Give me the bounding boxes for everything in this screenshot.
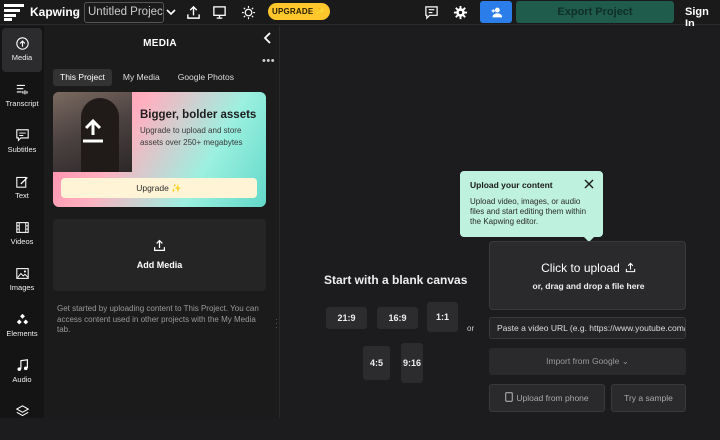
rail-item-elements[interactable]: Elements <box>0 304 44 348</box>
upgrade-promo-card: Bigger, bolder assets Upgrade to upload … <box>53 92 266 207</box>
gear-icon[interactable] <box>450 2 470 22</box>
ratio-1-1-button[interactable]: 1:1 <box>427 302 458 332</box>
left-rail: Media Transcript Subtitles Text Videos I… <box>0 26 44 418</box>
project-name-input[interactable]: Untitled Project <box>84 2 164 23</box>
tab-this-project[interactable]: This Project <box>53 69 112 86</box>
rail-label: Elements <box>6 329 38 338</box>
rail-item-images[interactable]: Images <box>0 258 44 302</box>
shapes-icon <box>16 313 28 325</box>
rail-label: Transcript <box>5 99 39 108</box>
video-url-input[interactable]: Paste a video URL (e.g. https://www.yout… <box>489 317 686 339</box>
ratio-21-9-button[interactable]: 21:9 <box>326 307 367 329</box>
rail-item-transcript[interactable]: Transcript <box>0 74 44 118</box>
ratio-16-9-button[interactable]: 16:9 <box>377 307 418 329</box>
rail-label: Images <box>9 283 35 292</box>
chevron-left-icon[interactable] <box>261 31 275 45</box>
tooltip-title: Upload your content <box>470 180 553 190</box>
lightbulb-icon[interactable] <box>238 2 258 22</box>
rail-item-videos[interactable]: Videos <box>0 212 44 256</box>
comment-icon[interactable] <box>421 2 441 22</box>
upload-icon <box>154 239 165 251</box>
add-media-button[interactable]: Add Media <box>53 219 266 291</box>
export-project-button[interactable]: Export Project <box>516 1 674 23</box>
upload-title: Click to upload <box>490 261 687 275</box>
upload-dropzone[interactable]: Click to upload or, drag and drop a file… <box>489 241 686 310</box>
rail-label: Media <box>11 53 33 62</box>
tab-google-photos[interactable]: Google Photos <box>171 69 241 86</box>
import-from-google-button[interactable]: Import from Google ⌄ <box>489 348 686 375</box>
rail-item-audio[interactable]: Audio <box>0 350 44 394</box>
or-label: or <box>467 324 475 333</box>
upload-subtitle: or, drag and drop a file here <box>532 281 645 291</box>
chevron-down-icon[interactable] <box>164 3 178 21</box>
monitor-icon[interactable] <box>209 2 229 22</box>
brand-chevron-icon: › <box>75 4 79 18</box>
subtitles-icon <box>15 129 29 142</box>
upload-from-phone-button[interactable]: Upload from phone <box>489 384 605 412</box>
add-media-label: Add Media <box>136 260 183 270</box>
layers-icon <box>15 405 29 417</box>
panel-help-text: Get started by uploading content to This… <box>57 304 259 334</box>
film-icon <box>15 222 29 233</box>
promo-text: Upgrade to upload and store assets over … <box>140 126 243 147</box>
panel-resize-handle[interactable]: · · · <box>275 316 279 332</box>
ratio-9-16-button[interactable]: 9:16 <box>401 343 423 383</box>
phone-icon <box>505 392 514 402</box>
ratio-4-5-button[interactable]: 4:5 <box>363 346 390 380</box>
promo-title: Bigger, bolder assets <box>140 109 257 121</box>
rail-label: Text <box>15 191 29 200</box>
rail-item-text[interactable]: Text <box>0 166 44 210</box>
rail-label: Subtitles <box>7 145 37 154</box>
media-panel: MEDIA ••• This Project My Media Google P… <box>45 26 280 418</box>
try-sample-button[interactable]: Try a sample <box>611 384 686 412</box>
media-tabs: This Project My Media Google Photos <box>53 69 241 86</box>
rail-item-layers[interactable] <box>0 396 44 440</box>
rail-label: Audio <box>12 375 32 384</box>
panel-title: MEDIA <box>143 38 177 49</box>
tooltip-body: Upload video, images, or audio files and… <box>470 197 587 226</box>
rail-item-subtitles[interactable]: Subtitles <box>0 120 44 164</box>
music-note-icon <box>16 359 28 371</box>
tab-my-media[interactable]: My Media <box>116 69 167 86</box>
upgrade-button[interactable]: UPGRADE ✨ <box>268 3 330 20</box>
upload-arrow-icon <box>83 118 103 143</box>
main-canvas-area: Start with a blank canvas 21:9 16:9 1:1 … <box>281 26 720 418</box>
text-edit-icon <box>15 176 28 188</box>
top-bar: Kapwing › Untitled Project UPGRADE ✨ Exp… <box>0 0 720 30</box>
image-icon <box>15 268 29 279</box>
invite-button[interactable] <box>480 1 512 23</box>
add-user-icon <box>491 7 502 17</box>
brand-name[interactable]: Kapwing <box>30 5 80 19</box>
close-icon[interactable] <box>584 176 594 189</box>
upload-icon <box>625 262 635 273</box>
blank-canvas-title: Start with a blank canvas <box>324 273 468 287</box>
rail-item-media[interactable]: Media <box>2 28 42 72</box>
upload-icon <box>15 37 29 50</box>
transcript-icon <box>16 84 28 95</box>
promo-image <box>53 92 132 172</box>
upload-icon[interactable] <box>183 2 203 22</box>
kapwing-logo-icon[interactable] <box>4 4 24 21</box>
rail-label: Videos <box>10 237 34 246</box>
more-options-icon[interactable]: ••• <box>262 55 275 67</box>
promo-upgrade-button[interactable]: Upgrade ✨ <box>61 178 257 198</box>
upload-tooltip: Upload your content Upload video, images… <box>460 171 603 242</box>
